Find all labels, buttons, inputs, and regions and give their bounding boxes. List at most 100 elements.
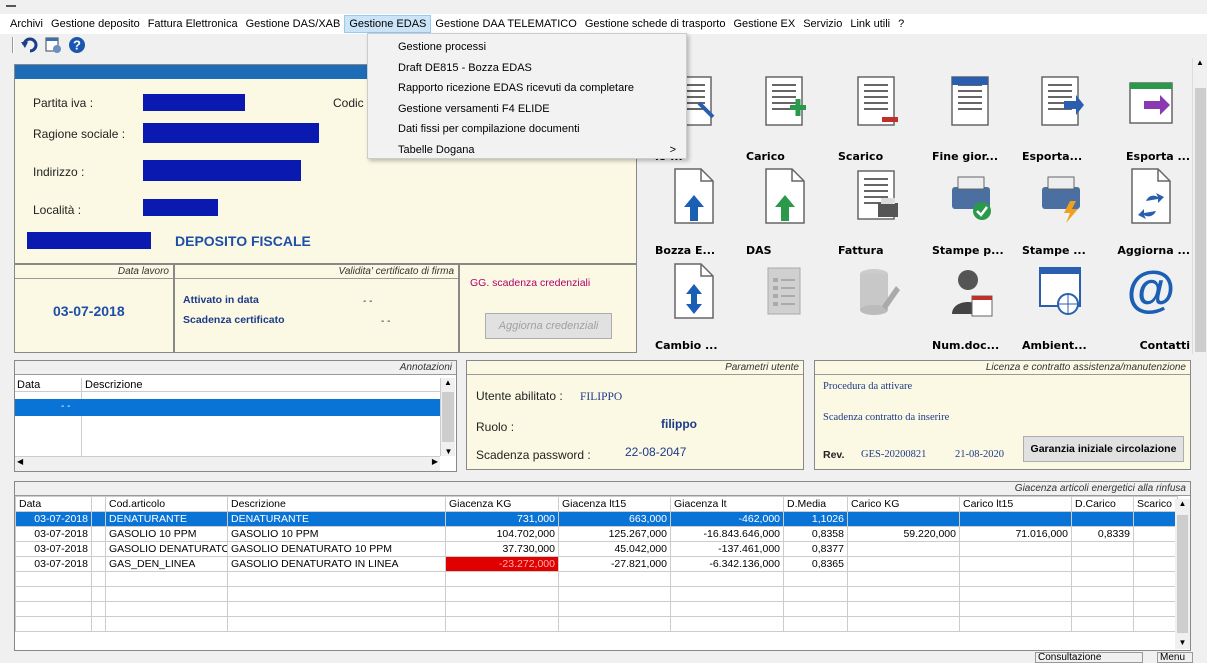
table-cell: 731,000 <box>445 511 559 527</box>
aggiorna-button[interactable]: Aggiorna ... <box>1110 163 1198 257</box>
bozza-edas-button[interactable]: Bozza E... <box>653 163 741 257</box>
table-cell <box>91 526 106 542</box>
scroll-up-arrow-icon[interactable]: ▲ <box>1193 58 1207 67</box>
carico-button[interactable]: Carico <box>744 69 832 163</box>
menu-item-6[interactable]: Gestione schede di trasporto <box>581 16 730 32</box>
giacenza-vscroll[interactable]: ▲ ▼ <box>1175 499 1190 649</box>
menu-item-1[interactable]: Gestione deposito <box>47 16 144 32</box>
clipboard-button[interactable] <box>744 258 832 352</box>
table-cell <box>445 601 559 617</box>
table-cell <box>1071 511 1134 527</box>
icon-label: Cambio ... <box>655 339 718 352</box>
gg-scadenza-label: GG. scadenza credenziali <box>470 277 591 289</box>
settings-window-icon[interactable] <box>44 36 62 54</box>
giacenza-col-header[interactable]: Carico KG <box>847 496 960 512</box>
fattura-button[interactable]: Fattura <box>836 163 924 257</box>
table-row[interactable]: 03-07-2018 GASOLIO 10 PPM GASOLIO 10 PPM 10… <box>15 526 1178 542</box>
table-cell: GASOLIO 10 PPM <box>227 526 446 542</box>
table-row[interactable]: 03-07-2018 GASOLIO DENATURATO GASOLIO DENA… <box>15 541 1178 557</box>
contatti-button[interactable]: @ Contatti <box>1110 258 1198 352</box>
menu-item-7[interactable]: Gestione EX <box>729 16 799 32</box>
dropdown-item-4[interactable]: Dati fissi per compilazione documenti <box>368 119 686 140</box>
cambio-button[interactable]: Cambio ... <box>653 258 741 352</box>
help-icon[interactable]: ? <box>68 36 86 54</box>
data-lavoro-panel: Data lavoro 03-07-2018 <box>14 264 174 353</box>
menu-item-4[interactable]: Gestione EDAS <box>344 15 432 33</box>
scroll-down-arrow-icon[interactable]: ▼ <box>441 447 456 456</box>
table-cell <box>847 586 960 602</box>
giacenza-col-header[interactable]: Giacenza lt15 <box>558 496 671 512</box>
annotazioni-selected-row[interactable]: - - <box>15 399 440 416</box>
menu-item-10[interactable]: ? <box>894 16 908 32</box>
scroll-up-arrow-icon[interactable]: ▲ <box>1175 499 1190 508</box>
table-row[interactable] <box>15 601 1178 617</box>
menu-item-5[interactable]: Gestione DAA TELEMATICO <box>431 16 580 32</box>
giacenza-col-header[interactable]: Cod.articolo <box>105 496 228 512</box>
fine-giornata-button[interactable]: Fine gior... <box>930 69 1018 163</box>
scarico-button[interactable]: Scarico <box>836 69 924 163</box>
table-cell <box>15 601 92 617</box>
menu-item-9[interactable]: Link utili <box>846 16 894 32</box>
giacenza-col-header[interactable]: Giacenza lt <box>670 496 784 512</box>
gestione-edas-dropdown: Gestione processi Draft DE815 - Bozza EDA… <box>367 33 687 159</box>
utente-abilitato-label: Utente abilitato : <box>476 389 563 403</box>
giacenza-col-header[interactable]: D.Carico <box>1071 496 1134 512</box>
table-row[interactable]: 03-07-2018 GAS_DEN_LINEA GASOLIO DENATURAT… <box>15 556 1178 572</box>
table-row[interactable] <box>15 571 1178 587</box>
giacenza-col-header[interactable]: Giacenza KG <box>445 496 559 512</box>
giacenza-col-header[interactable]: Carico lt15 <box>959 496 1072 512</box>
das-button[interactable]: DAS <box>744 163 832 257</box>
annotazioni-vscroll[interactable]: ▲ ▼ <box>440 378 455 456</box>
garanzia-button[interactable]: Garanzia iniziale circolazione <box>1023 436 1184 462</box>
giacenza-col-header[interactable]: Data <box>15 496 92 512</box>
menu-item-0[interactable]: Archivi <box>6 16 47 32</box>
scroll-left-arrow-icon[interactable]: ◀ <box>17 457 23 466</box>
annotazioni-hscroll[interactable]: ◀ ▶ <box>15 456 440 471</box>
table-row[interactable]: 03-07-2018 DENATURANTE DENATURANTE 731,000 6… <box>15 511 1178 527</box>
partita-iva-label: Partita iva : <box>33 96 94 110</box>
scrollbar-thumb[interactable] <box>1177 515 1188 633</box>
dropdown-item-0[interactable]: Gestione processi <box>368 37 686 58</box>
table-cell <box>959 616 1072 632</box>
table-cell <box>1071 601 1134 617</box>
table-cell: DENATURANTE <box>227 511 446 527</box>
scroll-right-arrow-icon[interactable]: ▶ <box>432 457 438 466</box>
dropdown-item-3[interactable]: Gestione versamenti F4 ELIDE <box>368 99 686 120</box>
table-cell <box>91 541 106 557</box>
menu-item-3[interactable]: Gestione DAS/XAB <box>242 16 345 32</box>
num-doc-button[interactable]: Num.doc... <box>930 258 1018 352</box>
stampe-button[interactable]: Stampe ... <box>1020 163 1108 257</box>
annotazioni-title: Annotazioni <box>15 361 456 375</box>
dropdown-item-1[interactable]: Draft DE815 - Bozza EDAS <box>368 58 686 79</box>
menu-item-8[interactable]: Servizio <box>799 16 846 32</box>
data-lavoro-value: 03-07-2018 <box>53 303 125 319</box>
giacenza-col-header[interactable]: D.Media <box>783 496 848 512</box>
table-cell <box>91 586 106 602</box>
aggiorna-credenziali-button[interactable]: Aggiorna credenziali <box>485 313 612 339</box>
menu-item-2[interactable]: Fattura Elettronica <box>144 16 242 32</box>
scroll-down-arrow-icon[interactable]: ▼ <box>1175 638 1190 647</box>
giacenza-col-header[interactable]: Scarico <box>1133 496 1178 512</box>
ambiente-button[interactable]: Ambient... <box>1020 258 1108 352</box>
table-row[interactable] <box>15 616 1178 632</box>
esporta-2-button[interactable]: Esporta ... <box>1110 69 1198 163</box>
table-cell <box>15 586 92 602</box>
table-cell: 1,1026 <box>783 511 848 527</box>
scroll-up-arrow-icon[interactable]: ▲ <box>441 378 455 387</box>
table-cell: -137.461,000 <box>670 541 784 557</box>
stampe-p-button[interactable]: Stampe p... <box>930 163 1018 257</box>
dropdown-item-label: Rapporto ricezione EDAS ricevuti da comp… <box>398 82 635 94</box>
dropdown-item-2[interactable]: Rapporto ricezione EDAS ricevuti da comp… <box>368 78 686 99</box>
esporta-button[interactable]: Esporta... <box>1020 69 1108 163</box>
scrollbar-thumb[interactable] <box>442 392 454 442</box>
attivato-label: Attivato in data <box>183 294 259 306</box>
table-row[interactable] <box>15 586 1178 602</box>
icon-area-scrollbar[interactable]: ▲ <box>1192 58 1207 354</box>
giacenza-col-header[interactable]: Descrizione <box>227 496 446 512</box>
database-edit-button[interactable] <box>836 258 924 352</box>
undo-icon[interactable] <box>20 36 38 54</box>
scrollbar-thumb[interactable] <box>1195 88 1206 352</box>
icon-label: Aggiorna ... <box>1117 244 1190 257</box>
dropdown-item-5[interactable]: Tabelle Dogana > <box>368 140 686 161</box>
giacenza-col-header[interactable] <box>91 496 106 512</box>
